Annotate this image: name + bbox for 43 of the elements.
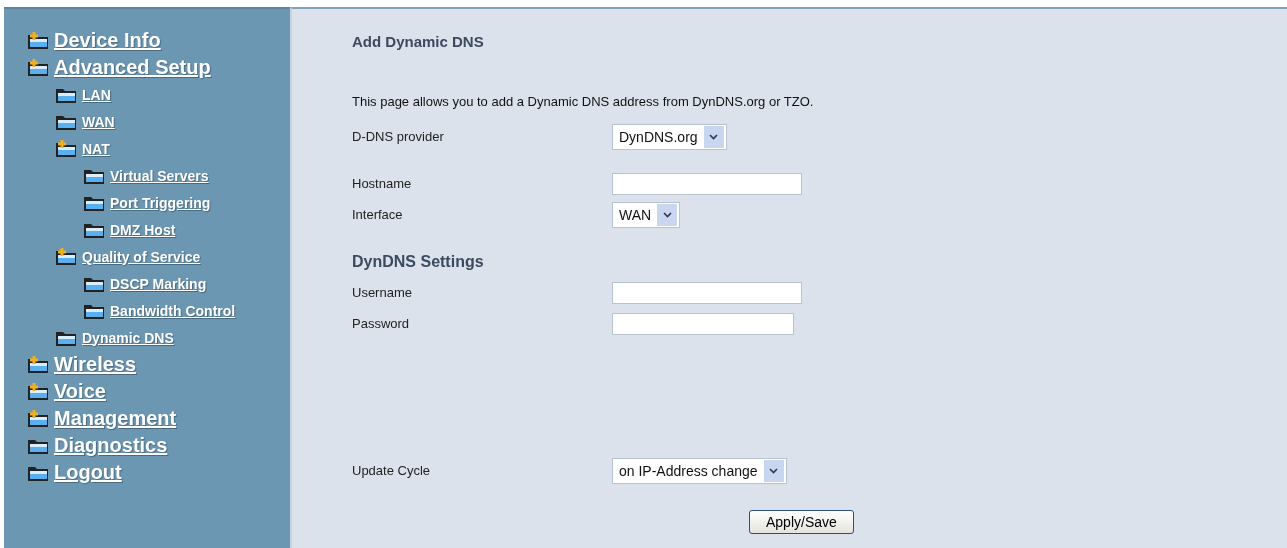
nav-link[interactable]: Device Info <box>54 29 161 52</box>
folder-plus-icon <box>26 408 50 429</box>
folder-plus-icon <box>54 246 78 267</box>
nav-link[interactable]: Quality of Service <box>82 248 201 265</box>
folder-plus-icon <box>54 138 78 159</box>
nav-link[interactable]: WAN <box>82 113 115 130</box>
nav-link[interactable]: Advanced Setup <box>54 56 211 79</box>
nav-link[interactable]: Dynamic DNS <box>82 329 174 346</box>
nav-link[interactable]: DMZ Host <box>110 221 176 238</box>
field-label: Hostname <box>352 176 413 191</box>
field-label: Password <box>352 316 411 331</box>
dropdown[interactable]: DynDNS.org <box>612 123 727 150</box>
nav-link[interactable]: Diagnostics <box>54 434 168 457</box>
field-label: Interface <box>352 207 404 222</box>
nav-link[interactable]: Port Triggering <box>110 194 211 211</box>
folder-plus-icon <box>26 381 50 402</box>
apply-save-button[interactable]: Apply/Save <box>749 510 854 534</box>
section-heading: DynDNS Settings <box>352 252 484 271</box>
nav-link[interactable]: DSCP Marking <box>110 275 207 292</box>
chevron-down-icon <box>769 467 779 474</box>
nav-link[interactable]: Management <box>54 407 177 430</box>
dropdown[interactable]: on IP-Address change <box>612 457 787 484</box>
chevron-down-icon <box>709 133 719 140</box>
field-label: D-DNS provider <box>352 129 445 144</box>
field-label: Username <box>352 285 413 300</box>
description: This page allows you to add a Dynamic DNS address from DynDNS.org or TZO. <box>352 94 815 109</box>
input-field[interactable] <box>612 172 802 195</box>
nav-link[interactable]: Voice <box>54 380 106 403</box>
input-field[interactable] <box>612 281 802 304</box>
field-label: Update Cycle <box>352 463 432 478</box>
nav-link[interactable]: NAT <box>82 140 110 157</box>
nav-link[interactable]: Logout <box>54 461 122 484</box>
folder-plus-icon <box>26 30 50 51</box>
folder-plus-icon <box>26 57 50 78</box>
page-title: Add Dynamic DNS <box>352 33 485 50</box>
password-field[interactable] <box>612 312 794 335</box>
nav-link[interactable]: Bandwidth Control <box>110 302 236 319</box>
nav-link[interactable]: Wireless <box>54 353 137 376</box>
chevron-down-icon <box>662 211 672 218</box>
dropdown[interactable]: WAN <box>612 201 681 228</box>
folder-plus-icon <box>26 354 50 375</box>
nav-link[interactable]: LAN <box>82 86 111 103</box>
nav-link[interactable]: Virtual Servers <box>110 167 209 184</box>
